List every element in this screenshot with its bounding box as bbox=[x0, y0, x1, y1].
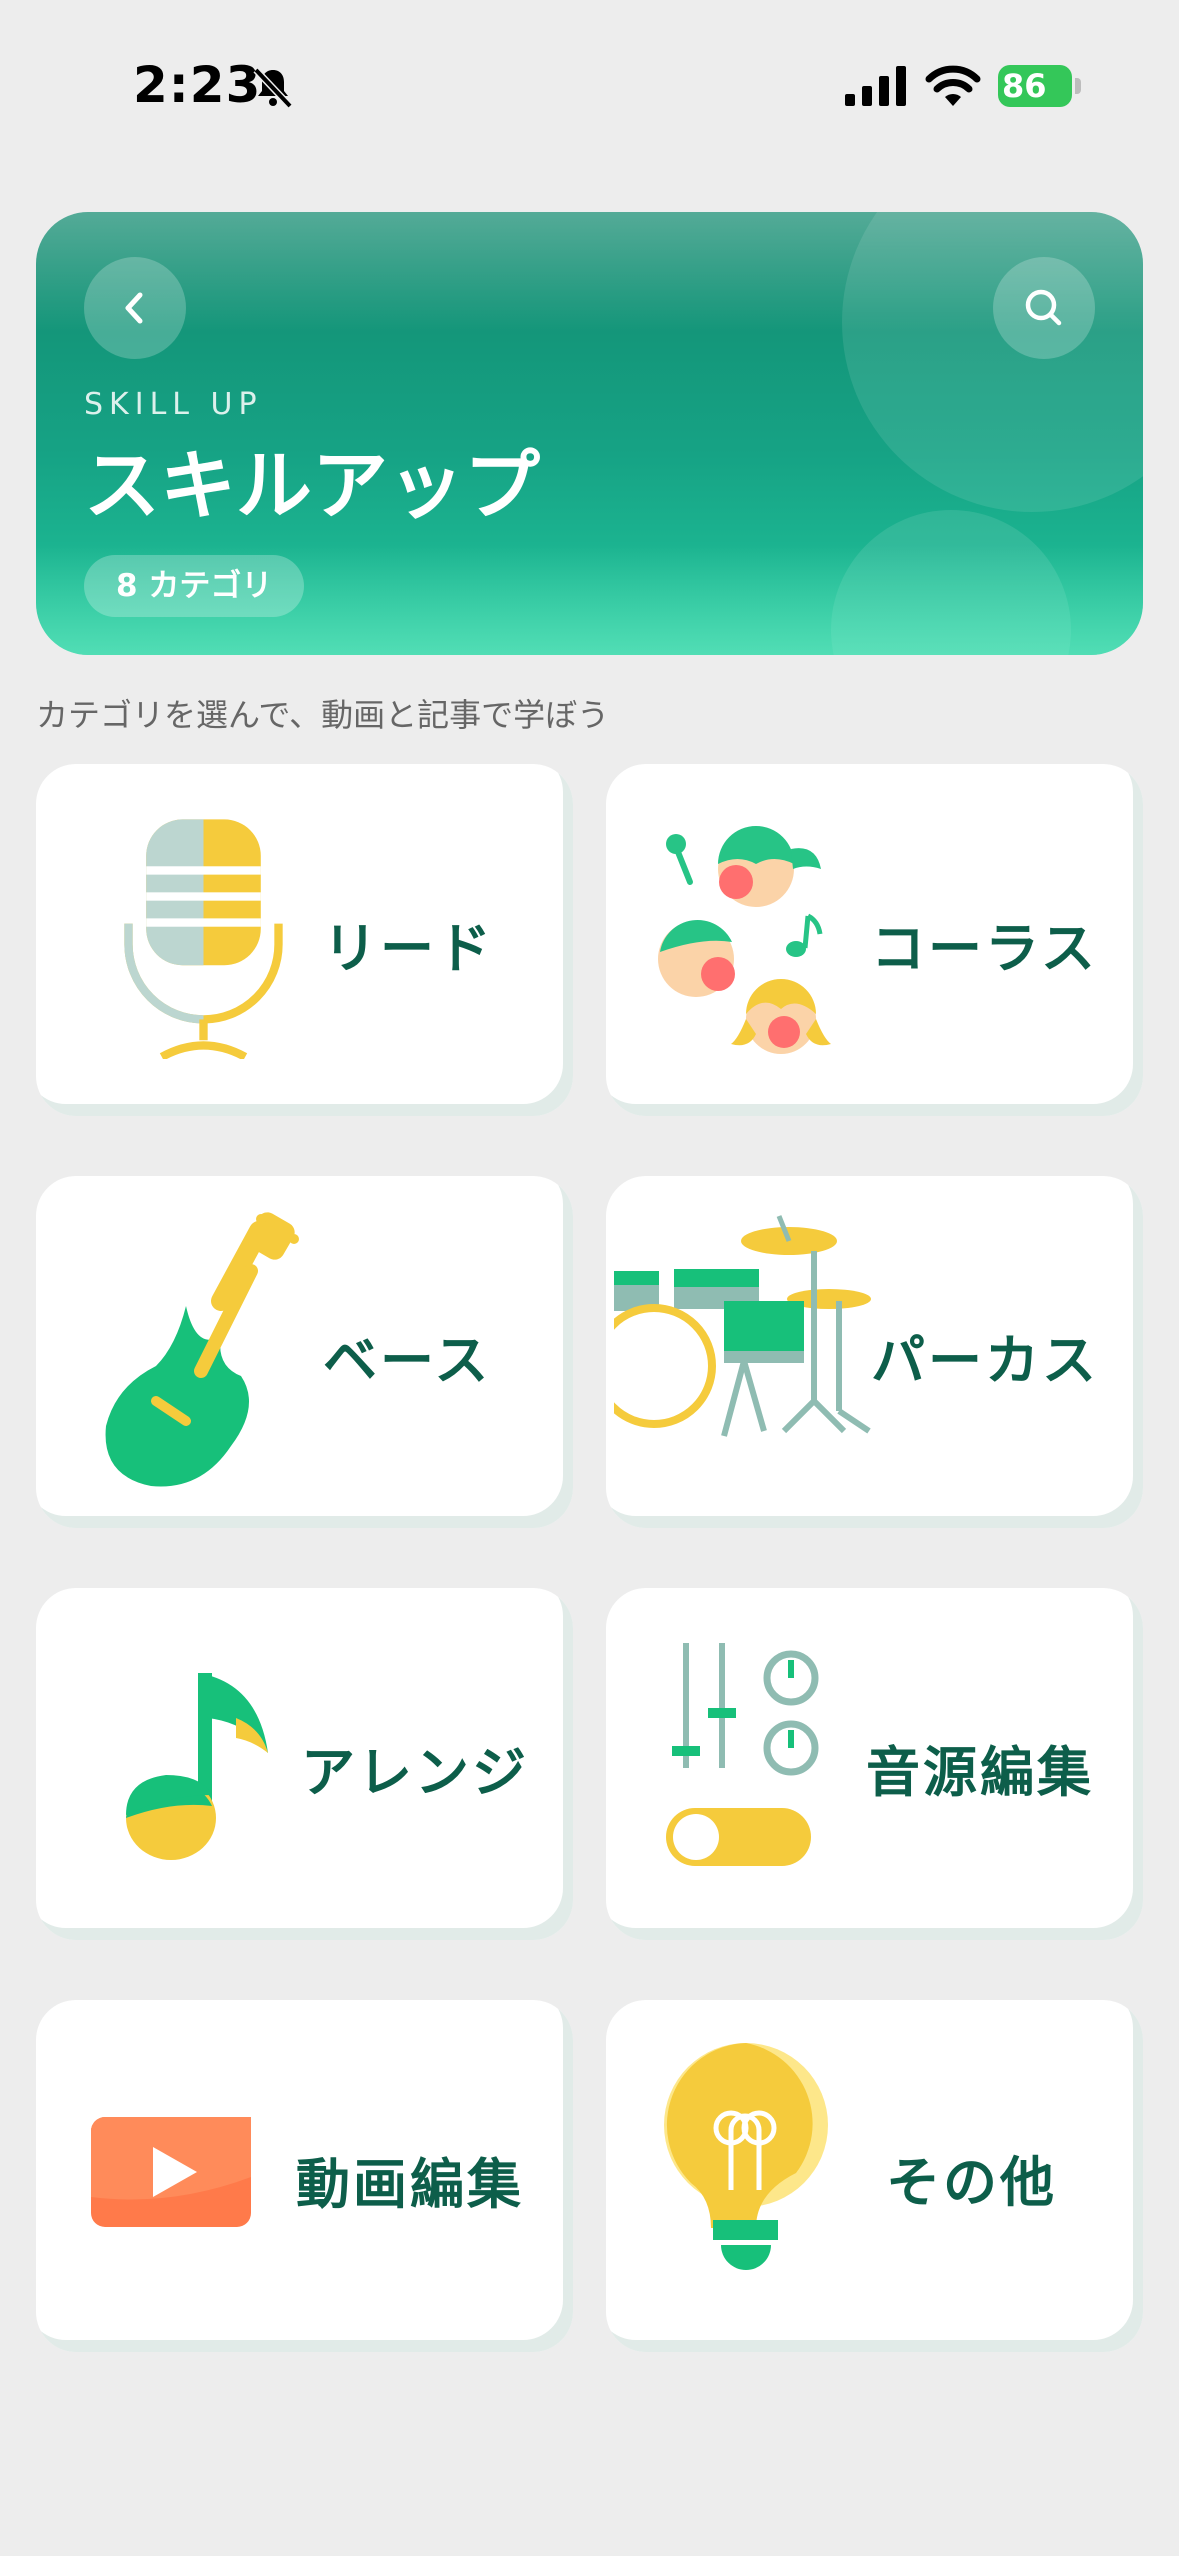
hero-eyebrow: SKILL UP bbox=[84, 387, 263, 422]
category-label-lead: リード bbox=[323, 917, 494, 980]
category-count-badge: 8 カテゴリ bbox=[84, 555, 305, 617]
page-title: スキルアップ bbox=[84, 441, 540, 530]
category-label-bass: ベース bbox=[323, 1329, 492, 1392]
category-label-audio-editing: 音源編集 bbox=[866, 1741, 1094, 1804]
cellular-signal-icon bbox=[845, 66, 906, 106]
chevron-left-icon bbox=[125, 292, 143, 324]
page-caption: カテゴリを選んで、動画と記事で学ぼう bbox=[36, 696, 610, 734]
drum-kit-icon bbox=[614, 1215, 871, 1437]
search-icon bbox=[1025, 289, 1062, 326]
video-play-icon bbox=[91, 2117, 251, 2227]
back-button[interactable] bbox=[84, 257, 186, 359]
mixer-sliders-icon bbox=[666, 1643, 819, 1866]
battery-level: 86 bbox=[1002, 67, 1047, 105]
category-card-percussion[interactable]: パーカス bbox=[606, 1176, 1143, 1528]
status-time: 2:23 bbox=[133, 56, 262, 114]
bass-guitar-icon bbox=[105, 1212, 299, 1487]
wifi-icon bbox=[925, 65, 981, 106]
category-card-bass[interactable]: ベース bbox=[36, 1176, 573, 1528]
search-button[interactable] bbox=[993, 257, 1095, 359]
category-label-video-editing: 動画編集 bbox=[296, 2153, 524, 2216]
battery-indicator: 86 bbox=[998, 65, 1082, 107]
category-card-audio-editing[interactable]: 音源編集 bbox=[606, 1588, 1143, 1940]
music-note-icon bbox=[126, 1673, 268, 1860]
lightbulb-icon bbox=[664, 2043, 828, 2270]
category-label-percussion: パーカス bbox=[871, 1329, 1099, 1392]
hero-banner: SKILL UP スキルアップ 8 カテゴリ bbox=[36, 212, 1143, 655]
silent-bell-icon bbox=[253, 67, 293, 109]
chorus-singers-icon bbox=[658, 826, 831, 1054]
microphone-icon bbox=[124, 819, 283, 1059]
category-label-other: その他 bbox=[886, 2151, 1057, 2214]
category-card-chorus[interactable]: コーラス bbox=[606, 764, 1143, 1116]
category-card-lead[interactable]: リード bbox=[36, 764, 573, 1116]
category-card-other[interactable]: その他 bbox=[606, 2000, 1143, 2352]
category-card-arrange[interactable]: アレンジ bbox=[36, 1588, 573, 1940]
status-bar: 2:23 86 bbox=[0, 0, 1179, 170]
category-label-arrange: アレンジ bbox=[301, 1741, 529, 1804]
category-label-chorus: コーラス bbox=[871, 917, 1098, 980]
category-card-video-editing[interactable]: 動画編集 bbox=[36, 2000, 573, 2352]
